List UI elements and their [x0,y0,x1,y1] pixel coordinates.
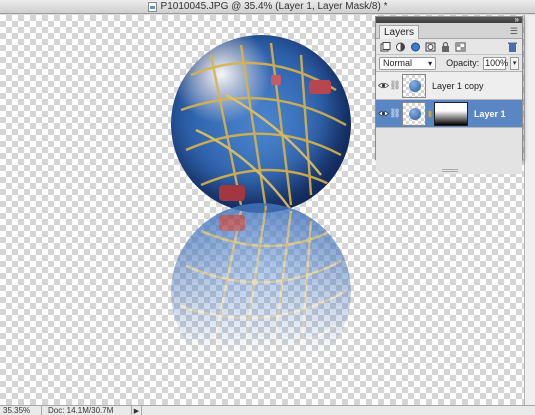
sphere-image [171,35,351,213]
link-icon[interactable]: ⛓ [389,108,400,119]
new-layer-icon[interactable] [379,41,391,52]
layer-mask-icon[interactable] [424,41,436,52]
sphere-reflection [171,203,351,381]
trash-icon[interactable] [506,41,518,52]
layers-list-empty-area [376,128,522,174]
layer-toolbar [376,39,522,55]
layer-name[interactable]: Layer 1 copy [432,81,484,91]
document-icon [147,1,157,12]
status-menu-arrow[interactable]: ▶ [132,406,142,415]
layer-thumbnail [402,101,426,126]
document-size-info: Doc: 14.1M/30.7M [42,406,132,415]
layer-thumbnail [402,73,426,98]
document-title: P1010045.JPG @ 35.4% (Layer 1, Layer Mas… [160,1,388,12]
lock-icon[interactable] [439,41,451,52]
chevron-down-icon: ▾ [428,58,433,68]
eye-icon[interactable] [376,110,390,117]
resize-grip[interactable] [442,169,458,172]
document-title-bar: P1010045.JPG @ 35.4% (Layer 1, Layer Mas… [0,0,535,14]
mask-link-icon[interactable]: ▮ [426,109,434,118]
blend-mode-select[interactable]: Normal ▾ [379,56,437,70]
blend-row: Normal ▾ Opacity: 100% ▾ [376,55,522,72]
eye-icon[interactable] [376,82,390,89]
tab-layers[interactable]: Layers [379,25,420,39]
layers-panel: » Layers ☰ Normal ▾ Opacity: 100% ▾ ⛓ La… [375,15,523,174]
layer-name[interactable]: Layer 1 [474,109,506,119]
layer-row-layer-1-copy[interactable]: ⛓ Layer 1 copy [376,72,522,100]
opacity-field[interactable]: 100% [483,56,508,70]
panel-menu-icon[interactable]: ☰ [510,26,518,37]
status-bar: 35.35% Doc: 14.1M/30.7M ▶ [0,405,535,415]
vertical-scrollbar[interactable] [524,15,535,405]
blend-mode-value: Normal [383,57,413,68]
lock-transparency-icon[interactable] [454,41,466,52]
opacity-label: Opacity: [446,58,480,68]
link-icon[interactable]: ⛓ [389,80,400,91]
opacity-slider-toggle[interactable]: ▾ [510,56,519,70]
layer-mask-thumbnail[interactable] [434,101,468,126]
panel-tab-bar: Layers ☰ [376,23,522,39]
fill-layer-icon[interactable] [409,41,421,52]
adjustment-layer-icon[interactable] [394,41,406,52]
layer-row-layer-1[interactable]: ⛓ ▮ Layer 1 [376,100,522,128]
zoom-level[interactable]: 35.35% [0,406,42,415]
